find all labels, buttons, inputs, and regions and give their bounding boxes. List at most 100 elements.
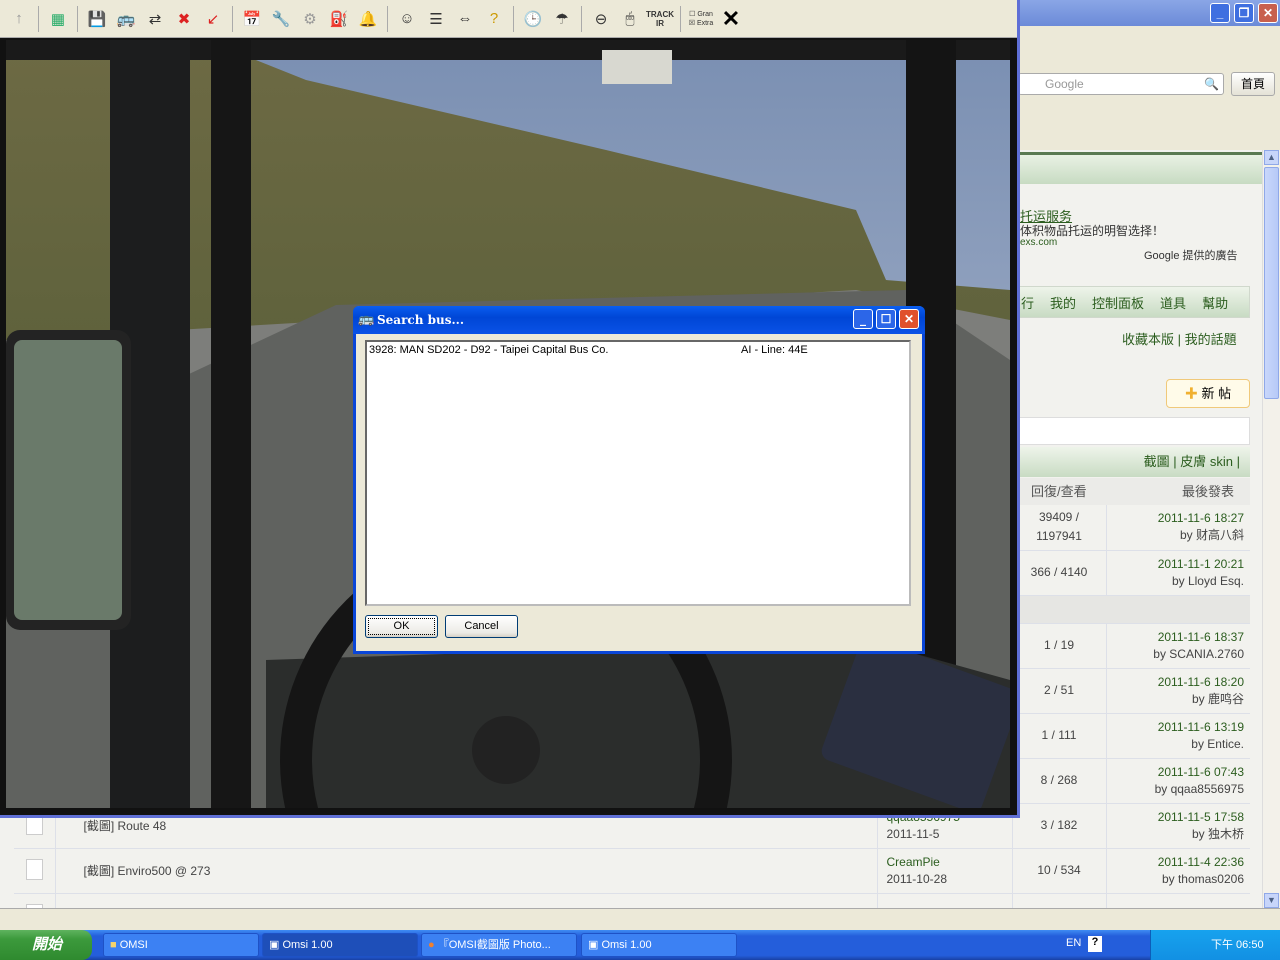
trackir-icon[interactable]: TRACK IR: [646, 6, 674, 32]
driver-icon[interactable]: ☺: [394, 6, 420, 32]
minimize-button[interactable]: _: [1210, 3, 1230, 23]
help-icon[interactable]: ?: [1088, 936, 1102, 952]
last-post-by[interactable]: by 财高八斜: [1107, 527, 1244, 544]
save-icon[interactable]: 💾: [84, 6, 110, 32]
taskbar-item-omsi-2[interactable]: ▣ Omsi 1.00: [581, 933, 737, 957]
nav-item[interactable]: 控制面板: [1092, 293, 1144, 312]
last-post-time[interactable]: 2011-11-6 07:43: [1107, 764, 1244, 781]
system-tray: 下午 06:50: [1150, 930, 1280, 960]
delete-bus-icon[interactable]: ✖: [171, 6, 197, 32]
reply-count: 3 / 182: [1011, 803, 1107, 849]
home-button[interactable]: 首頁: [1231, 72, 1275, 96]
last-post-time[interactable]: 2011-11-6 13:19: [1107, 719, 1244, 736]
search-placeholder: Google: [1045, 77, 1084, 91]
last-post-by[interactable]: by 独木桥: [1107, 826, 1244, 843]
help-icon[interactable]: ?: [481, 6, 507, 32]
search-icon[interactable]: 🔍: [1204, 74, 1219, 94]
replies: 8 / 268: [1040, 773, 1078, 787]
last-post-by[interactable]: by Lloyd Esq.: [1107, 573, 1244, 590]
scroll-down-icon[interactable]: ▼: [1264, 893, 1279, 908]
weather-icon[interactable]: ☂: [549, 6, 575, 32]
views: 1197941: [1036, 529, 1082, 544]
options-icon[interactable]: ☐ Gran ☒ Extra: [687, 6, 715, 32]
new-post-button[interactable]: ✚ 新 帖: [1166, 379, 1250, 408]
bus-icon: 🚌: [358, 312, 375, 327]
toolbar-separator: [680, 5, 681, 32]
reply-count: 8 / 268: [1011, 758, 1107, 804]
last-post: 2011-11-5 17:58 by 独木桥: [1106, 803, 1250, 849]
nav-item[interactable]: 幫助: [1202, 293, 1228, 312]
thread-title[interactable]: [截圖] Enviro500 @ 273: [55, 848, 877, 894]
pc-driver-icon[interactable]: ⇔: [452, 6, 478, 32]
restore-button[interactable]: ❐: [1234, 3, 1254, 23]
new-bus-icon[interactable]: 🚌: [113, 6, 139, 32]
timetable-icon[interactable]: 📅: [239, 6, 265, 32]
last-post-time[interactable]: 2011-11-1 20:21: [1107, 556, 1244, 573]
table-row[interactable]: [截圖] Enviro500 @ 273 CreamPie 2011-10-28 …: [14, 848, 1250, 894]
forum-nav: 行 我的 控制面板 道具 幫助: [1018, 286, 1250, 318]
last-post: 2011-11-6 07:43 by qqaa8556975: [1106, 758, 1250, 804]
taskbar-item-firefox[interactable]: ● 『OMSI截圖版 Photo...: [421, 933, 577, 957]
language-indicator[interactable]: EN: [1066, 937, 1081, 949]
new-post-label: 新 帖: [1201, 386, 1232, 401]
ok-button[interactable]: OK: [365, 615, 438, 638]
toolbar-separator: [581, 5, 582, 32]
tools-icon[interactable]: 🔧: [268, 6, 294, 32]
switch-bus-icon[interactable]: ⇄: [142, 6, 168, 32]
nav-item[interactable]: 道具: [1160, 293, 1186, 312]
clock[interactable]: 下午 06:50: [1211, 939, 1264, 951]
scroll-up-icon[interactable]: ▲: [1264, 150, 1279, 165]
ad-url[interactable]: exs.com: [1020, 237, 1057, 248]
forum-header: [1018, 152, 1262, 184]
last-post-time[interactable]: 2011-11-4 22:36: [1107, 854, 1244, 871]
close-button[interactable]: ✕: [899, 309, 919, 329]
forum-box: [1018, 417, 1250, 445]
search-input[interactable]: Google 🔍: [1018, 73, 1224, 95]
fuel-disabled-icon[interactable]: ⛽: [326, 6, 352, 32]
last-post-time[interactable]: 2011-11-5 17:58: [1107, 809, 1244, 826]
last-post-by[interactable]: by Entice.: [1107, 736, 1244, 753]
author-name[interactable]: CreamPie: [887, 854, 1012, 871]
scroll-thumb[interactable]: [1264, 167, 1279, 399]
close-icon[interactable]: ✕: [718, 6, 744, 32]
bus-icon: ▣: [269, 939, 283, 951]
report-icon[interactable]: ☰: [423, 6, 449, 32]
forum-links[interactable]: 收藏本版 | 我的話題: [1122, 329, 1237, 348]
firefox-icon: ●: [428, 939, 438, 951]
nav-item[interactable]: 行: [1021, 293, 1034, 312]
steering-icon[interactable]: ⊖: [588, 6, 614, 32]
maximize-button[interactable]: ☐: [876, 309, 896, 329]
task-label: 『OMSI截圖版 Photo...: [437, 939, 551, 951]
bus-icon: ▣: [588, 939, 602, 951]
last-post-time[interactable]: 2011-11-6 18:20: [1107, 674, 1244, 691]
pick-bus-icon[interactable]: ↙: [200, 6, 226, 32]
gear-disabled-icon[interactable]: ⚙: [297, 6, 323, 32]
bus-list[interactable]: 3928: MAN SD202 - D92 - Taipei Capital B…: [365, 340, 911, 606]
taskbar-item-omsi[interactable]: ▣ Omsi 1.00: [262, 933, 418, 957]
thread-icon: [14, 848, 56, 894]
last-post-by[interactable]: by qqaa8556975: [1107, 781, 1244, 798]
last-post-by[interactable]: by 鹿鸣谷: [1107, 691, 1244, 708]
close-button[interactable]: ✕: [1258, 3, 1278, 23]
nav-item[interactable]: 我的: [1050, 293, 1076, 312]
forum-tabs[interactable]: 截圖 | 皮膚 skin |: [1018, 447, 1250, 477]
clock-icon[interactable]: 🕒: [520, 6, 546, 32]
cancel-button[interactable]: Cancel: [445, 615, 518, 638]
up-arrow-icon[interactable]: ↑: [6, 6, 32, 32]
start-button[interactable]: 開始: [0, 930, 92, 960]
bus-list-item[interactable]: 3928: MAN SD202 - D92 - Taipei Capital B…: [367, 344, 909, 359]
reply-count: 1 / 19: [1011, 623, 1107, 669]
task-label: OMSI: [119, 939, 148, 951]
browser-titlebar: _ ❐ ✕: [1010, 0, 1280, 26]
dialog-titlebar: 🚌 Search bus... _ ☐ ✕: [353, 306, 925, 334]
map-icon[interactable]: ▦: [45, 6, 71, 32]
replies: 366 / 4140: [1030, 565, 1088, 579]
taskbar-item-omsi-folder[interactable]: ■ OMSI: [103, 933, 259, 957]
last-post-by[interactable]: by thomas0206: [1107, 871, 1244, 888]
last-post-time[interactable]: 2011-11-6 18:27: [1107, 510, 1244, 527]
minimize-button[interactable]: _: [853, 309, 873, 329]
last-post-by[interactable]: by SCANIA.2760: [1107, 646, 1244, 663]
mouse-icon[interactable]: 🖱: [617, 6, 643, 32]
last-post-time[interactable]: 2011-11-6 18:37: [1107, 629, 1244, 646]
bell-icon[interactable]: 🔔: [355, 6, 381, 32]
